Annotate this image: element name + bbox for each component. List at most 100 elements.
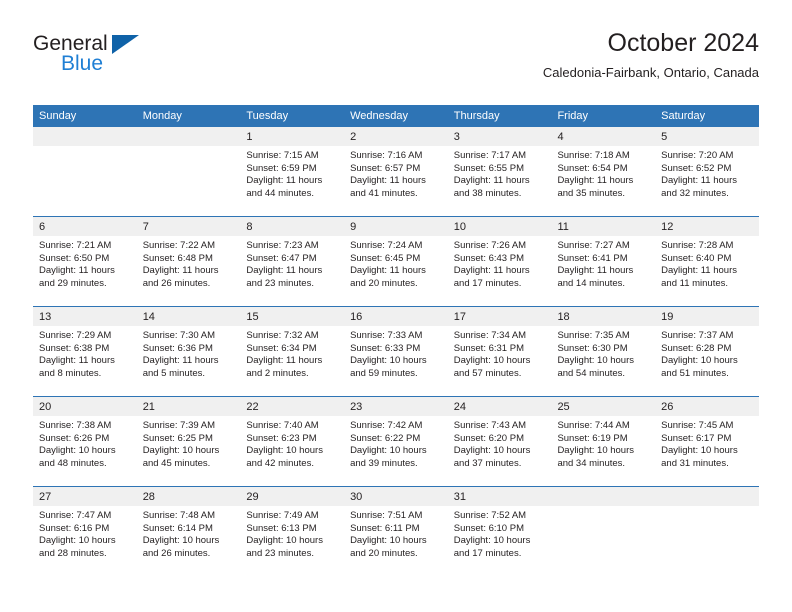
day-info-line: Sunrise: 7:16 AM bbox=[350, 150, 423, 161]
day-cell-4[interactable]: Sunrise: 7:18 AM Sunset: 6:54 PM Daylight:… bbox=[551, 146, 656, 216]
day-number-24[interactable]: 24 bbox=[447, 397, 552, 416]
day-cell-15[interactable]: Sunrise: 7:32 AM Sunset: 6:34 PM Daylight:… bbox=[240, 326, 345, 396]
day-cell-6[interactable]: Sunrise: 7:21 AM Sunset: 6:50 PM Daylight:… bbox=[33, 236, 137, 306]
day-number-11[interactable]: 11 bbox=[551, 217, 656, 236]
day-info-line: Sunset: 6:34 PM bbox=[246, 342, 317, 354]
day-info-line: Sunrise: 7:23 AM bbox=[246, 240, 319, 251]
day-number-21[interactable]: 21 bbox=[136, 397, 241, 416]
day-cell-10[interactable]: Sunrise: 7:26 AM Sunset: 6:43 PM Daylight:… bbox=[447, 236, 552, 306]
day-cell-18[interactable]: Sunrise: 7:35 AM Sunset: 6:30 PM Daylight:… bbox=[551, 326, 656, 396]
day-number-6[interactable]: 6 bbox=[33, 217, 137, 236]
day-info-line: Sunrise: 7:37 AM bbox=[661, 330, 734, 341]
day-cell-16[interactable]: Sunrise: 7:33 AM Sunset: 6:33 PM Daylight:… bbox=[344, 326, 448, 396]
day-number-18[interactable]: 18 bbox=[551, 307, 656, 326]
day-number-10[interactable]: 10 bbox=[447, 217, 552, 236]
day-cell-7[interactable]: Sunrise: 7:22 AM Sunset: 6:48 PM Daylight:… bbox=[136, 236, 241, 306]
day-cell-31[interactable]: Sunrise: 7:52 AM Sunset: 6:10 PM Daylight:… bbox=[447, 506, 552, 576]
day-info-line: Sunset: 6:40 PM bbox=[661, 252, 732, 264]
day-number-30[interactable]: 30 bbox=[344, 487, 448, 506]
day-cell-23[interactable]: Sunrise: 7:42 AM Sunset: 6:22 PM Daylight:… bbox=[344, 416, 448, 486]
day-info-line: Sunset: 6:17 PM bbox=[661, 432, 732, 444]
day-info-line: Sunrise: 7:43 AM bbox=[453, 420, 527, 431]
day-number-15[interactable]: 15 bbox=[240, 307, 345, 326]
page-subtitle: Caledonia-Fairbank, Ontario, Canada bbox=[542, 65, 759, 80]
day-cell-28[interactable]: Sunrise: 7:48 AM Sunset: 6:14 PM Daylight:… bbox=[136, 506, 241, 576]
day-cell-22[interactable]: Sunrise: 7:40 AM Sunset: 6:23 PM Daylight:… bbox=[240, 416, 345, 486]
day-info-line: Daylight: 10 hours bbox=[557, 445, 635, 457]
day-number-3[interactable]: 3 bbox=[447, 127, 552, 146]
day-number-4[interactable]: 4 bbox=[551, 127, 656, 146]
page-header: General Blue October 2024 Caledonia-Fair… bbox=[33, 28, 759, 96]
day-number-14[interactable]: 14 bbox=[136, 307, 241, 326]
day-cell-2[interactable]: Sunrise: 7:16 AM Sunset: 6:57 PM Daylight:… bbox=[344, 146, 448, 216]
day-info-line: and 20 minutes. bbox=[350, 277, 418, 289]
day-info-line: Sunset: 6:14 PM bbox=[142, 522, 213, 534]
day-info-line: Sunset: 6:55 PM bbox=[453, 162, 524, 174]
day-number-23[interactable]: 23 bbox=[344, 397, 448, 416]
day-number-2[interactable]: 2 bbox=[344, 127, 448, 146]
day-number-13[interactable]: 13 bbox=[33, 307, 137, 326]
day-info-line: Sunset: 6:22 PM bbox=[350, 432, 421, 444]
day-info-line: Daylight: 11 hours bbox=[246, 355, 323, 367]
day-cell-13[interactable]: Sunrise: 7:29 AM Sunset: 6:38 PM Daylight:… bbox=[33, 326, 137, 396]
day-number-8[interactable]: 8 bbox=[240, 217, 345, 236]
day-info-line: Daylight: 11 hours bbox=[142, 265, 219, 277]
day-number-26[interactable]: 26 bbox=[655, 397, 759, 416]
day-info-line: Sunrise: 7:44 AM bbox=[557, 420, 630, 431]
day-info-line: Sunrise: 7:45 AM bbox=[661, 420, 734, 431]
day-cell-19[interactable]: Sunrise: 7:37 AM Sunset: 6:28 PM Daylight:… bbox=[655, 326, 759, 396]
day-info-line: Daylight: 10 hours bbox=[453, 445, 531, 457]
day-number-29[interactable]: 29 bbox=[240, 487, 345, 506]
day-info-line: Sunrise: 7:17 AM bbox=[453, 150, 527, 161]
day-info-line: Daylight: 11 hours bbox=[350, 265, 426, 277]
day-info-line: and 32 minutes. bbox=[661, 187, 729, 199]
day-cell-30[interactable]: Sunrise: 7:51 AM Sunset: 6:11 PM Daylight:… bbox=[344, 506, 448, 576]
day-number-28[interactable]: 28 bbox=[136, 487, 241, 506]
day-cell-14[interactable]: Sunrise: 7:30 AM Sunset: 6:36 PM Daylight:… bbox=[136, 326, 241, 396]
day-info-line: Daylight: 10 hours bbox=[661, 445, 738, 457]
day-info-line: Sunrise: 7:51 AM bbox=[350, 510, 423, 521]
day-info-line: Sunset: 6:19 PM bbox=[557, 432, 628, 444]
day-number-12[interactable]: 12 bbox=[655, 217, 759, 236]
day-cell-5[interactable]: Sunrise: 7:20 AM Sunset: 6:52 PM Daylight:… bbox=[655, 146, 759, 216]
day-cell-11[interactable]: Sunrise: 7:27 AM Sunset: 6:41 PM Daylight:… bbox=[551, 236, 656, 306]
day-cell-26[interactable]: Sunrise: 7:45 AM Sunset: 6:17 PM Daylight:… bbox=[655, 416, 759, 486]
day-cell-3[interactable]: Sunrise: 7:17 AM Sunset: 6:55 PM Daylight:… bbox=[447, 146, 552, 216]
day-info-line: Sunrise: 7:18 AM bbox=[557, 150, 630, 161]
day-cell-20[interactable]: Sunrise: 7:38 AM Sunset: 6:26 PM Daylight:… bbox=[33, 416, 137, 486]
day-cell-21[interactable]: Sunrise: 7:39 AM Sunset: 6:25 PM Daylight:… bbox=[136, 416, 241, 486]
day-number-9[interactable]: 9 bbox=[344, 217, 448, 236]
day-number-20[interactable]: 20 bbox=[33, 397, 137, 416]
day-info-line: and 17 minutes. bbox=[453, 547, 522, 559]
day-number-25[interactable]: 25 bbox=[551, 397, 656, 416]
day-info-line: and 23 minutes. bbox=[246, 277, 314, 289]
day-info-line: Sunset: 6:50 PM bbox=[39, 252, 110, 264]
weekday-header-thursday: Thursday bbox=[447, 105, 552, 127]
day-number-19[interactable]: 19 bbox=[655, 307, 759, 326]
day-info-line: Daylight: 10 hours bbox=[453, 355, 531, 367]
day-number-1[interactable]: 1 bbox=[240, 127, 345, 146]
day-number-22[interactable]: 22 bbox=[240, 397, 345, 416]
day-number-16[interactable]: 16 bbox=[344, 307, 448, 326]
day-info-line: Sunset: 6:13 PM bbox=[246, 522, 317, 534]
day-number-17[interactable]: 17 bbox=[447, 307, 552, 326]
day-info-line: Daylight: 10 hours bbox=[39, 445, 116, 457]
day-info-line: and 26 minutes. bbox=[142, 277, 211, 289]
day-cell-17[interactable]: Sunrise: 7:34 AM Sunset: 6:31 PM Daylight:… bbox=[447, 326, 552, 396]
day-cell-1[interactable]: Sunrise: 7:15 AM Sunset: 6:59 PM Daylight:… bbox=[240, 146, 345, 216]
day-number-7[interactable]: 7 bbox=[136, 217, 241, 236]
day-info-line: Daylight: 10 hours bbox=[350, 535, 427, 547]
day-number-27[interactable]: 27 bbox=[33, 487, 137, 506]
day-number-5[interactable]: 5 bbox=[655, 127, 759, 146]
day-cell-8[interactable]: Sunrise: 7:23 AM Sunset: 6:47 PM Daylight:… bbox=[240, 236, 345, 306]
day-cell-29[interactable]: Sunrise: 7:49 AM Sunset: 6:13 PM Daylight:… bbox=[240, 506, 345, 576]
day-number-31[interactable]: 31 bbox=[447, 487, 552, 506]
day-cell-27[interactable]: Sunrise: 7:47 AM Sunset: 6:16 PM Daylight:… bbox=[33, 506, 137, 576]
day-info-line: Daylight: 11 hours bbox=[246, 265, 323, 277]
day-cell-12[interactable]: Sunrise: 7:28 AM Sunset: 6:40 PM Daylight:… bbox=[655, 236, 759, 306]
day-cell-25[interactable]: Sunrise: 7:44 AM Sunset: 6:19 PM Daylight:… bbox=[551, 416, 656, 486]
day-cell-9[interactable]: Sunrise: 7:24 AM Sunset: 6:45 PM Daylight:… bbox=[344, 236, 448, 306]
day-info-line: and 38 minutes. bbox=[453, 187, 522, 199]
day-info-line: Sunrise: 7:42 AM bbox=[350, 420, 423, 431]
day-cell-24[interactable]: Sunrise: 7:43 AM Sunset: 6:20 PM Daylight:… bbox=[447, 416, 552, 486]
